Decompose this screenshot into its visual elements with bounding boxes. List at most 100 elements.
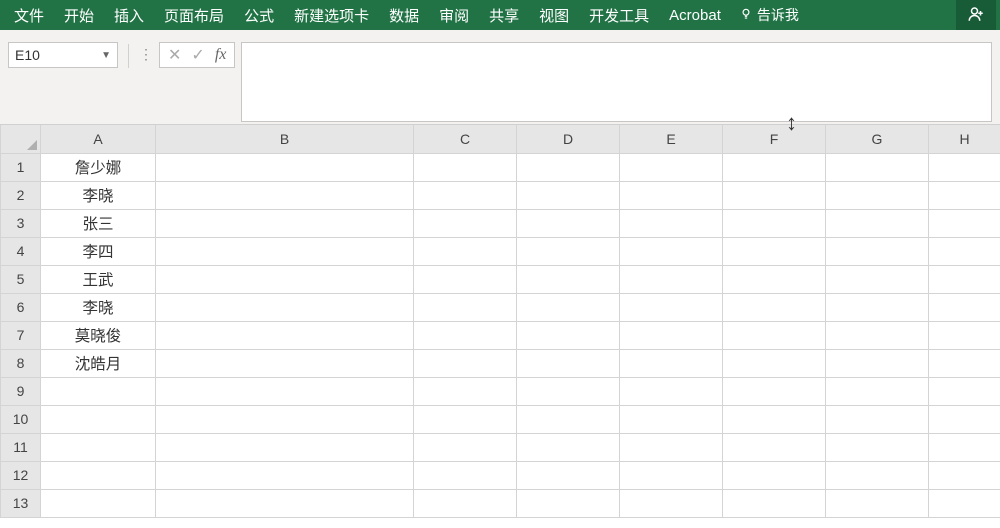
cell[interactable]: [929, 321, 1000, 349]
row-header[interactable]: 9: [1, 377, 41, 405]
cell[interactable]: [414, 209, 517, 237]
tab-formulas[interactable]: 公式: [234, 0, 284, 30]
cell[interactable]: [620, 153, 723, 181]
enter-icon[interactable]: ✓: [191, 45, 204, 65]
cell[interactable]: [156, 265, 414, 293]
cell[interactable]: 沈皓月: [41, 349, 156, 377]
cell[interactable]: [517, 377, 620, 405]
cell[interactable]: [826, 377, 929, 405]
cell[interactable]: [620, 209, 723, 237]
cell[interactable]: [414, 321, 517, 349]
tab-acrobat[interactable]: Acrobat: [659, 0, 731, 30]
cell[interactable]: [929, 209, 1000, 237]
cell[interactable]: [723, 153, 826, 181]
cell[interactable]: [517, 265, 620, 293]
row-header[interactable]: 2: [1, 181, 41, 209]
cell[interactable]: [826, 293, 929, 321]
fx-icon[interactable]: fx: [215, 46, 227, 64]
row-header[interactable]: 1: [1, 153, 41, 181]
cell[interactable]: [929, 237, 1000, 265]
cell[interactable]: [929, 181, 1000, 209]
cell[interactable]: [929, 349, 1000, 377]
tab-view[interactable]: 视图: [529, 0, 579, 30]
cell[interactable]: [156, 377, 414, 405]
cell[interactable]: [517, 489, 620, 517]
cell[interactable]: [723, 237, 826, 265]
cell[interactable]: [156, 461, 414, 489]
cell[interactable]: [41, 405, 156, 433]
cell[interactable]: [929, 433, 1000, 461]
cell[interactable]: [517, 433, 620, 461]
cell[interactable]: [414, 349, 517, 377]
tab-share[interactable]: 共享: [479, 0, 529, 30]
cell[interactable]: [620, 433, 723, 461]
cell[interactable]: [517, 405, 620, 433]
col-header-E[interactable]: E: [620, 125, 723, 153]
cell[interactable]: 李四: [41, 237, 156, 265]
cell[interactable]: [826, 405, 929, 433]
cell[interactable]: [517, 181, 620, 209]
row-header[interactable]: 10: [1, 405, 41, 433]
cell[interactable]: [620, 181, 723, 209]
row-header[interactable]: 13: [1, 489, 41, 517]
cell[interactable]: [414, 265, 517, 293]
share-button[interactable]: [956, 0, 996, 30]
cell[interactable]: [929, 153, 1000, 181]
row-header[interactable]: 4: [1, 237, 41, 265]
cell[interactable]: [929, 405, 1000, 433]
tab-custom[interactable]: 新建选项卡: [284, 0, 379, 30]
col-header-D[interactable]: D: [517, 125, 620, 153]
cell[interactable]: 莫晓俊: [41, 321, 156, 349]
row-header[interactable]: 12: [1, 461, 41, 489]
col-header-A[interactable]: A: [41, 125, 156, 153]
cancel-icon[interactable]: ✕: [168, 45, 181, 65]
cell[interactable]: [620, 349, 723, 377]
cell[interactable]: [826, 489, 929, 517]
cell[interactable]: [723, 377, 826, 405]
cell[interactable]: [156, 405, 414, 433]
cell[interactable]: [517, 321, 620, 349]
cell[interactable]: [929, 265, 1000, 293]
select-all-corner[interactable]: [1, 125, 41, 153]
name-box[interactable]: E10 ▼: [8, 42, 118, 68]
cell[interactable]: [826, 461, 929, 489]
tab-data[interactable]: 数据: [379, 0, 429, 30]
cell[interactable]: [156, 181, 414, 209]
cell[interactable]: [723, 321, 826, 349]
cell[interactable]: [156, 321, 414, 349]
cell[interactable]: [41, 489, 156, 517]
cell[interactable]: [620, 461, 723, 489]
cell[interactable]: [723, 181, 826, 209]
col-header-G[interactable]: G: [826, 125, 929, 153]
cell[interactable]: [517, 293, 620, 321]
cell[interactable]: [414, 293, 517, 321]
cell[interactable]: [929, 461, 1000, 489]
chevron-down-icon[interactable]: ▼: [101, 50, 111, 61]
cell[interactable]: [723, 461, 826, 489]
row-header[interactable]: 11: [1, 433, 41, 461]
cell[interactable]: 王武: [41, 265, 156, 293]
cell[interactable]: [723, 349, 826, 377]
col-header-B[interactable]: B: [156, 125, 414, 153]
row-header[interactable]: 7: [1, 321, 41, 349]
cell[interactable]: [414, 237, 517, 265]
cell[interactable]: [414, 433, 517, 461]
cell[interactable]: [929, 293, 1000, 321]
cell[interactable]: [517, 209, 620, 237]
cell[interactable]: [41, 433, 156, 461]
tab-page-layout[interactable]: 页面布局: [154, 0, 234, 30]
cell[interactable]: [156, 349, 414, 377]
vertical-dots-icon[interactable]: ⋮: [139, 46, 153, 63]
cell[interactable]: [414, 405, 517, 433]
cell[interactable]: [156, 293, 414, 321]
cell[interactable]: [517, 349, 620, 377]
cell[interactable]: [723, 489, 826, 517]
cell[interactable]: [620, 377, 723, 405]
cell[interactable]: [826, 153, 929, 181]
tab-review[interactable]: 审阅: [429, 0, 479, 30]
cell[interactable]: [826, 181, 929, 209]
tab-insert[interactable]: 插入: [104, 0, 154, 30]
cell[interactable]: [156, 489, 414, 517]
row-header[interactable]: 6: [1, 293, 41, 321]
cell[interactable]: 詹少娜: [41, 153, 156, 181]
